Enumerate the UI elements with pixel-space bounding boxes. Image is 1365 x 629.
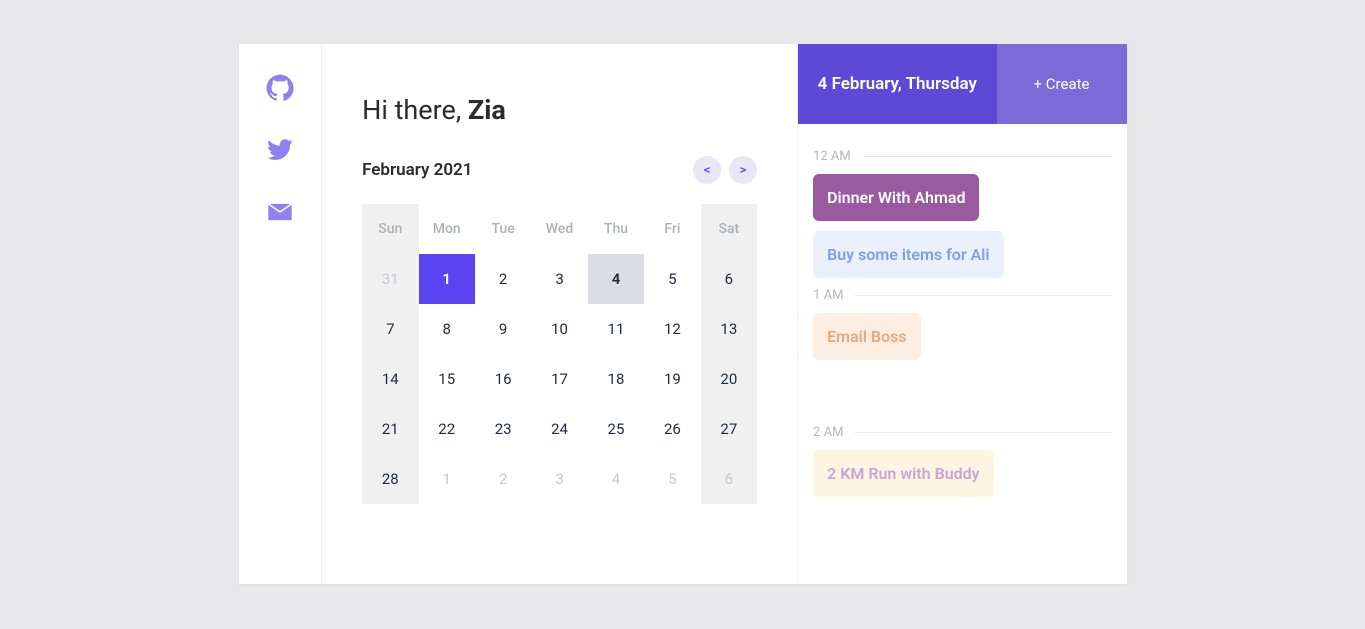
calendar-day[interactable]: 2 <box>475 454 531 504</box>
weekday-header: Fri <box>644 204 700 254</box>
events-body[interactable]: 12 AM Dinner With Ahmad Buy some items for… <box>798 124 1126 584</box>
event-item[interactable]: Email Boss <box>813 313 920 360</box>
calendar-day[interactable]: 11 <box>588 304 644 354</box>
calendar-day[interactable]: 3 <box>531 254 587 304</box>
greeting: Hi there, Zia <box>362 94 757 126</box>
calendar-day[interactable]: 21 <box>362 404 418 454</box>
greeting-prefix: Hi there, <box>362 94 468 126</box>
calendar-day[interactable]: 16 <box>475 354 531 404</box>
weekday-header: Mon <box>419 204 475 254</box>
weekday-header: Thu <box>588 204 644 254</box>
calendar-day[interactable]: 31 <box>362 254 418 304</box>
twitter-icon[interactable] <box>266 136 294 168</box>
calendar-day[interactable]: 20 <box>701 354 757 404</box>
calendar-day[interactable]: 26 <box>644 404 700 454</box>
calendar-day[interactable]: 1 <box>419 254 475 304</box>
calendar-day[interactable]: 18 <box>588 354 644 404</box>
calendar-day[interactable]: 2 <box>475 254 531 304</box>
calendar-day[interactable]: 4 <box>588 454 644 504</box>
calendar-day[interactable]: 10 <box>531 304 587 354</box>
calendar-day[interactable]: 13 <box>701 304 757 354</box>
month-label: February 2021 <box>362 160 472 180</box>
mail-icon[interactable] <box>266 198 294 230</box>
calendar-day[interactable]: 22 <box>419 404 475 454</box>
calendar-day[interactable]: 8 <box>419 304 475 354</box>
calendar-day[interactable]: 5 <box>644 454 700 504</box>
calendar-day[interactable]: 6 <box>701 454 757 504</box>
calendar-day[interactable]: 28 <box>362 454 418 504</box>
calendar-day[interactable]: 3 <box>531 454 587 504</box>
calendar-day[interactable]: 5 <box>644 254 700 304</box>
calendar-day[interactable]: 1 <box>419 454 475 504</box>
app-root: Hi there, Zia February 2021 < > SunMonTu… <box>239 44 1127 584</box>
hour-label: 2 AM <box>813 425 1111 440</box>
hour-label: 12 AM <box>813 149 1111 164</box>
next-month-button[interactable]: > <box>729 156 757 184</box>
calendar-day[interactable]: 23 <box>475 404 531 454</box>
calendar-day[interactable]: 9 <box>475 304 531 354</box>
calendar-day[interactable]: 25 <box>588 404 644 454</box>
month-bar: February 2021 < > <box>362 156 757 184</box>
events-header: 4 February, Thursday + Create <box>798 44 1126 124</box>
create-event-button[interactable]: + Create <box>997 44 1127 124</box>
prev-month-button[interactable]: < <box>693 156 721 184</box>
month-nav: < > <box>693 156 757 184</box>
weekday-header: Sun <box>362 204 418 254</box>
sidebar <box>239 44 323 584</box>
events-pane: 4 February, Thursday + Create 12 AM Dinne… <box>797 44 1126 584</box>
calendar-day[interactable]: 17 <box>531 354 587 404</box>
calendar-pane: Hi there, Zia February 2021 < > SunMonTu… <box>322 44 797 584</box>
selected-date-chip: 4 February, Thursday <box>798 44 996 124</box>
calendar-day[interactable]: 6 <box>701 254 757 304</box>
weekday-header: Tue <box>475 204 531 254</box>
event-item[interactable]: Dinner With Ahmad <box>813 174 979 221</box>
hour-label: 1 AM <box>813 288 1111 303</box>
event-item[interactable]: Buy some items for Ali <box>813 231 1003 278</box>
calendar-day[interactable]: 19 <box>644 354 700 404</box>
calendar-day[interactable]: 7 <box>362 304 418 354</box>
calendar-day[interactable]: 4 <box>588 254 644 304</box>
calendar-grid: SunMonTueWedThuFriSat 311234567891011121… <box>362 204 757 504</box>
weekday-header: Wed <box>531 204 587 254</box>
calendar-day[interactable]: 24 <box>531 404 587 454</box>
calendar-day[interactable]: 14 <box>362 354 418 404</box>
event-item[interactable]: 2 KM Run with Buddy <box>813 450 994 497</box>
greeting-name: Zia <box>468 94 506 126</box>
weekday-header: Sat <box>701 204 757 254</box>
calendar-day[interactable]: 12 <box>644 304 700 354</box>
github-icon[interactable] <box>266 74 294 106</box>
calendar-day[interactable]: 15 <box>419 354 475 404</box>
calendar-day[interactable]: 27 <box>701 404 757 454</box>
